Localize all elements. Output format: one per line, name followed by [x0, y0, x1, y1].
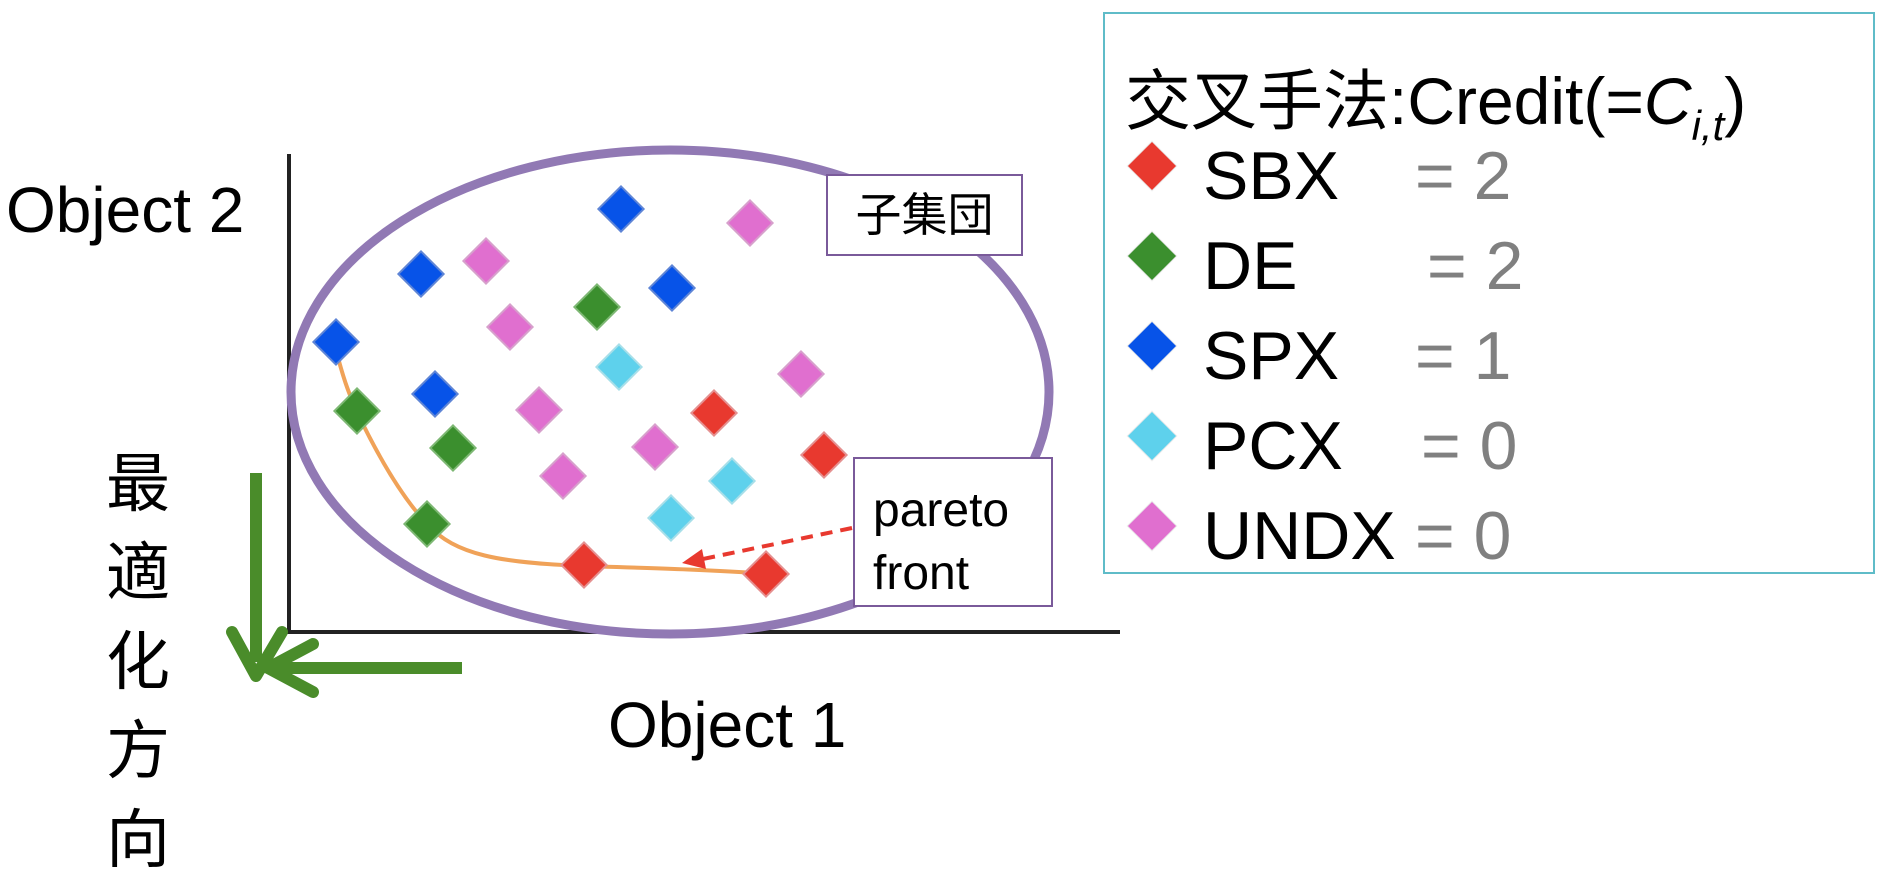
- crossover-credit-legend: 交叉手法:Credit(=Ci,t) SBX = 2 DE = 2 SPX = …: [1103, 12, 1875, 574]
- legend-credit-value: = 0: [1421, 408, 1518, 484]
- spx-marker: [410, 369, 460, 419]
- legend-row-spx: SPX = 1: [1117, 309, 1857, 394]
- undx-marker: [725, 198, 775, 248]
- pareto-front-curve: [334, 349, 769, 576]
- legend-title-prefix: 交叉手法:Credit(=: [1125, 64, 1644, 138]
- legend-credit-value: = 1: [1415, 318, 1512, 394]
- subpopulation-label-box: 子集団: [826, 174, 1023, 256]
- undx-marker: [538, 451, 588, 501]
- undx-marker: [514, 385, 564, 435]
- opt-char: 方: [106, 715, 170, 787]
- opt-char: 最: [106, 448, 170, 520]
- diamond-icon: [1127, 231, 1177, 281]
- sbx-marker: [741, 549, 791, 599]
- sbx-marker: [689, 388, 739, 438]
- pcx-marker: [707, 456, 757, 506]
- legend-title-var: C: [1643, 64, 1692, 138]
- undx-marker: [485, 302, 535, 352]
- legend-method-name: DE: [1203, 228, 1298, 304]
- diamond-icon: [1127, 141, 1177, 191]
- diamond-icon: [1127, 321, 1177, 371]
- opt-char: 適: [106, 537, 170, 609]
- legend-method-name: SPX: [1203, 318, 1340, 394]
- diamond-icon: [1127, 501, 1177, 551]
- legend-row-de: DE = 2: [1117, 219, 1857, 304]
- opt-char: 向: [106, 804, 170, 876]
- legend-method-name: PCX: [1203, 408, 1343, 484]
- sbx-marker: [559, 540, 609, 590]
- legend-method-name: SBX: [1203, 138, 1340, 214]
- pareto-front-label-box: pareto front: [853, 457, 1053, 607]
- pareto-label-line-2: front: [873, 547, 970, 600]
- legend-row-pcx: PCX = 0: [1117, 399, 1857, 484]
- pareto-pointer-arrow: [697, 526, 853, 562]
- pcx-marker: [646, 493, 696, 543]
- de-marker: [572, 282, 622, 332]
- optimization-direction-label: 最 適 化 方 向: [98, 440, 178, 885]
- de-marker: [428, 423, 478, 473]
- spx-marker: [311, 317, 361, 367]
- legend-method-name: UNDX: [1203, 498, 1396, 574]
- spx-marker: [396, 249, 446, 299]
- pareto-pointer-arrowhead: [682, 549, 706, 569]
- y-axis-label: Object 2: [6, 174, 245, 246]
- solution-markers: [311, 184, 849, 599]
- pcx-marker: [594, 342, 644, 392]
- undx-marker: [630, 422, 680, 472]
- x-axis-label: Object 1: [608, 689, 847, 761]
- legend-title-suffix: ): [1724, 64, 1747, 138]
- diamond-icon: [1127, 411, 1177, 461]
- legend-row-sbx: SBX = 2: [1117, 129, 1857, 214]
- spx-marker: [647, 263, 697, 313]
- pareto-label-line-1: pareto: [873, 484, 1010, 537]
- undx-marker: [776, 349, 826, 399]
- legend-row-undx: UNDX = 0: [1117, 489, 1857, 574]
- de-marker: [332, 386, 382, 436]
- opt-char: 化: [106, 626, 170, 698]
- legend-credit-value: = 2: [1415, 138, 1512, 214]
- legend-credit-value: = 2: [1427, 228, 1524, 304]
- spx-marker: [596, 184, 646, 234]
- sbx-marker: [799, 430, 849, 480]
- subpopulation-label: 子集団: [855, 189, 994, 241]
- legend-credit-value: = 0: [1415, 498, 1512, 574]
- undx-marker: [461, 236, 511, 286]
